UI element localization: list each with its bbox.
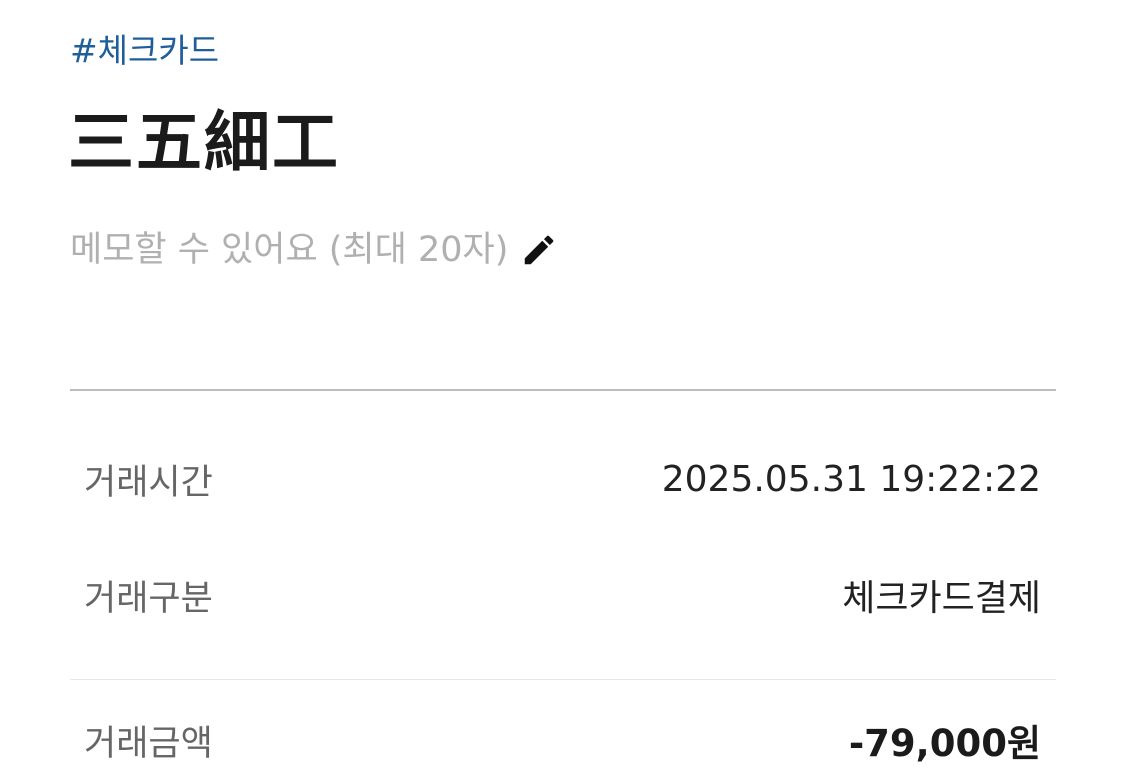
pencil-icon[interactable] [520, 231, 558, 269]
detail-row-amount: 거래금액 -79,000원 [84, 710, 1041, 770]
memo-placeholder: 메모할 수 있어요 (최대 20자) [70, 230, 509, 270]
detail-value: 2025.05.31 19:22:22 [661, 458, 1041, 500]
detail-label: 거래금액 [84, 723, 213, 764]
memo-edit[interactable]: 메모할 수 있어요 (최대 20자) [70, 222, 558, 278]
detail-label: 거래구분 [84, 578, 213, 619]
row-divider [70, 679, 1056, 680]
amount-value: -79,000원 [848, 722, 1041, 765]
detail-value: 체크카드결제 [842, 578, 1041, 619]
merchant-title: 三五細工 [68, 104, 340, 181]
detail-row-type: 거래구분 체크카드결제 [84, 565, 1041, 625]
section-divider [70, 389, 1056, 391]
detail-row-time: 거래시간 2025.05.31 19:22:22 [84, 449, 1041, 509]
detail-label: 거래시간 [84, 462, 213, 503]
category-tag[interactable]: #체크카드 [70, 28, 219, 74]
